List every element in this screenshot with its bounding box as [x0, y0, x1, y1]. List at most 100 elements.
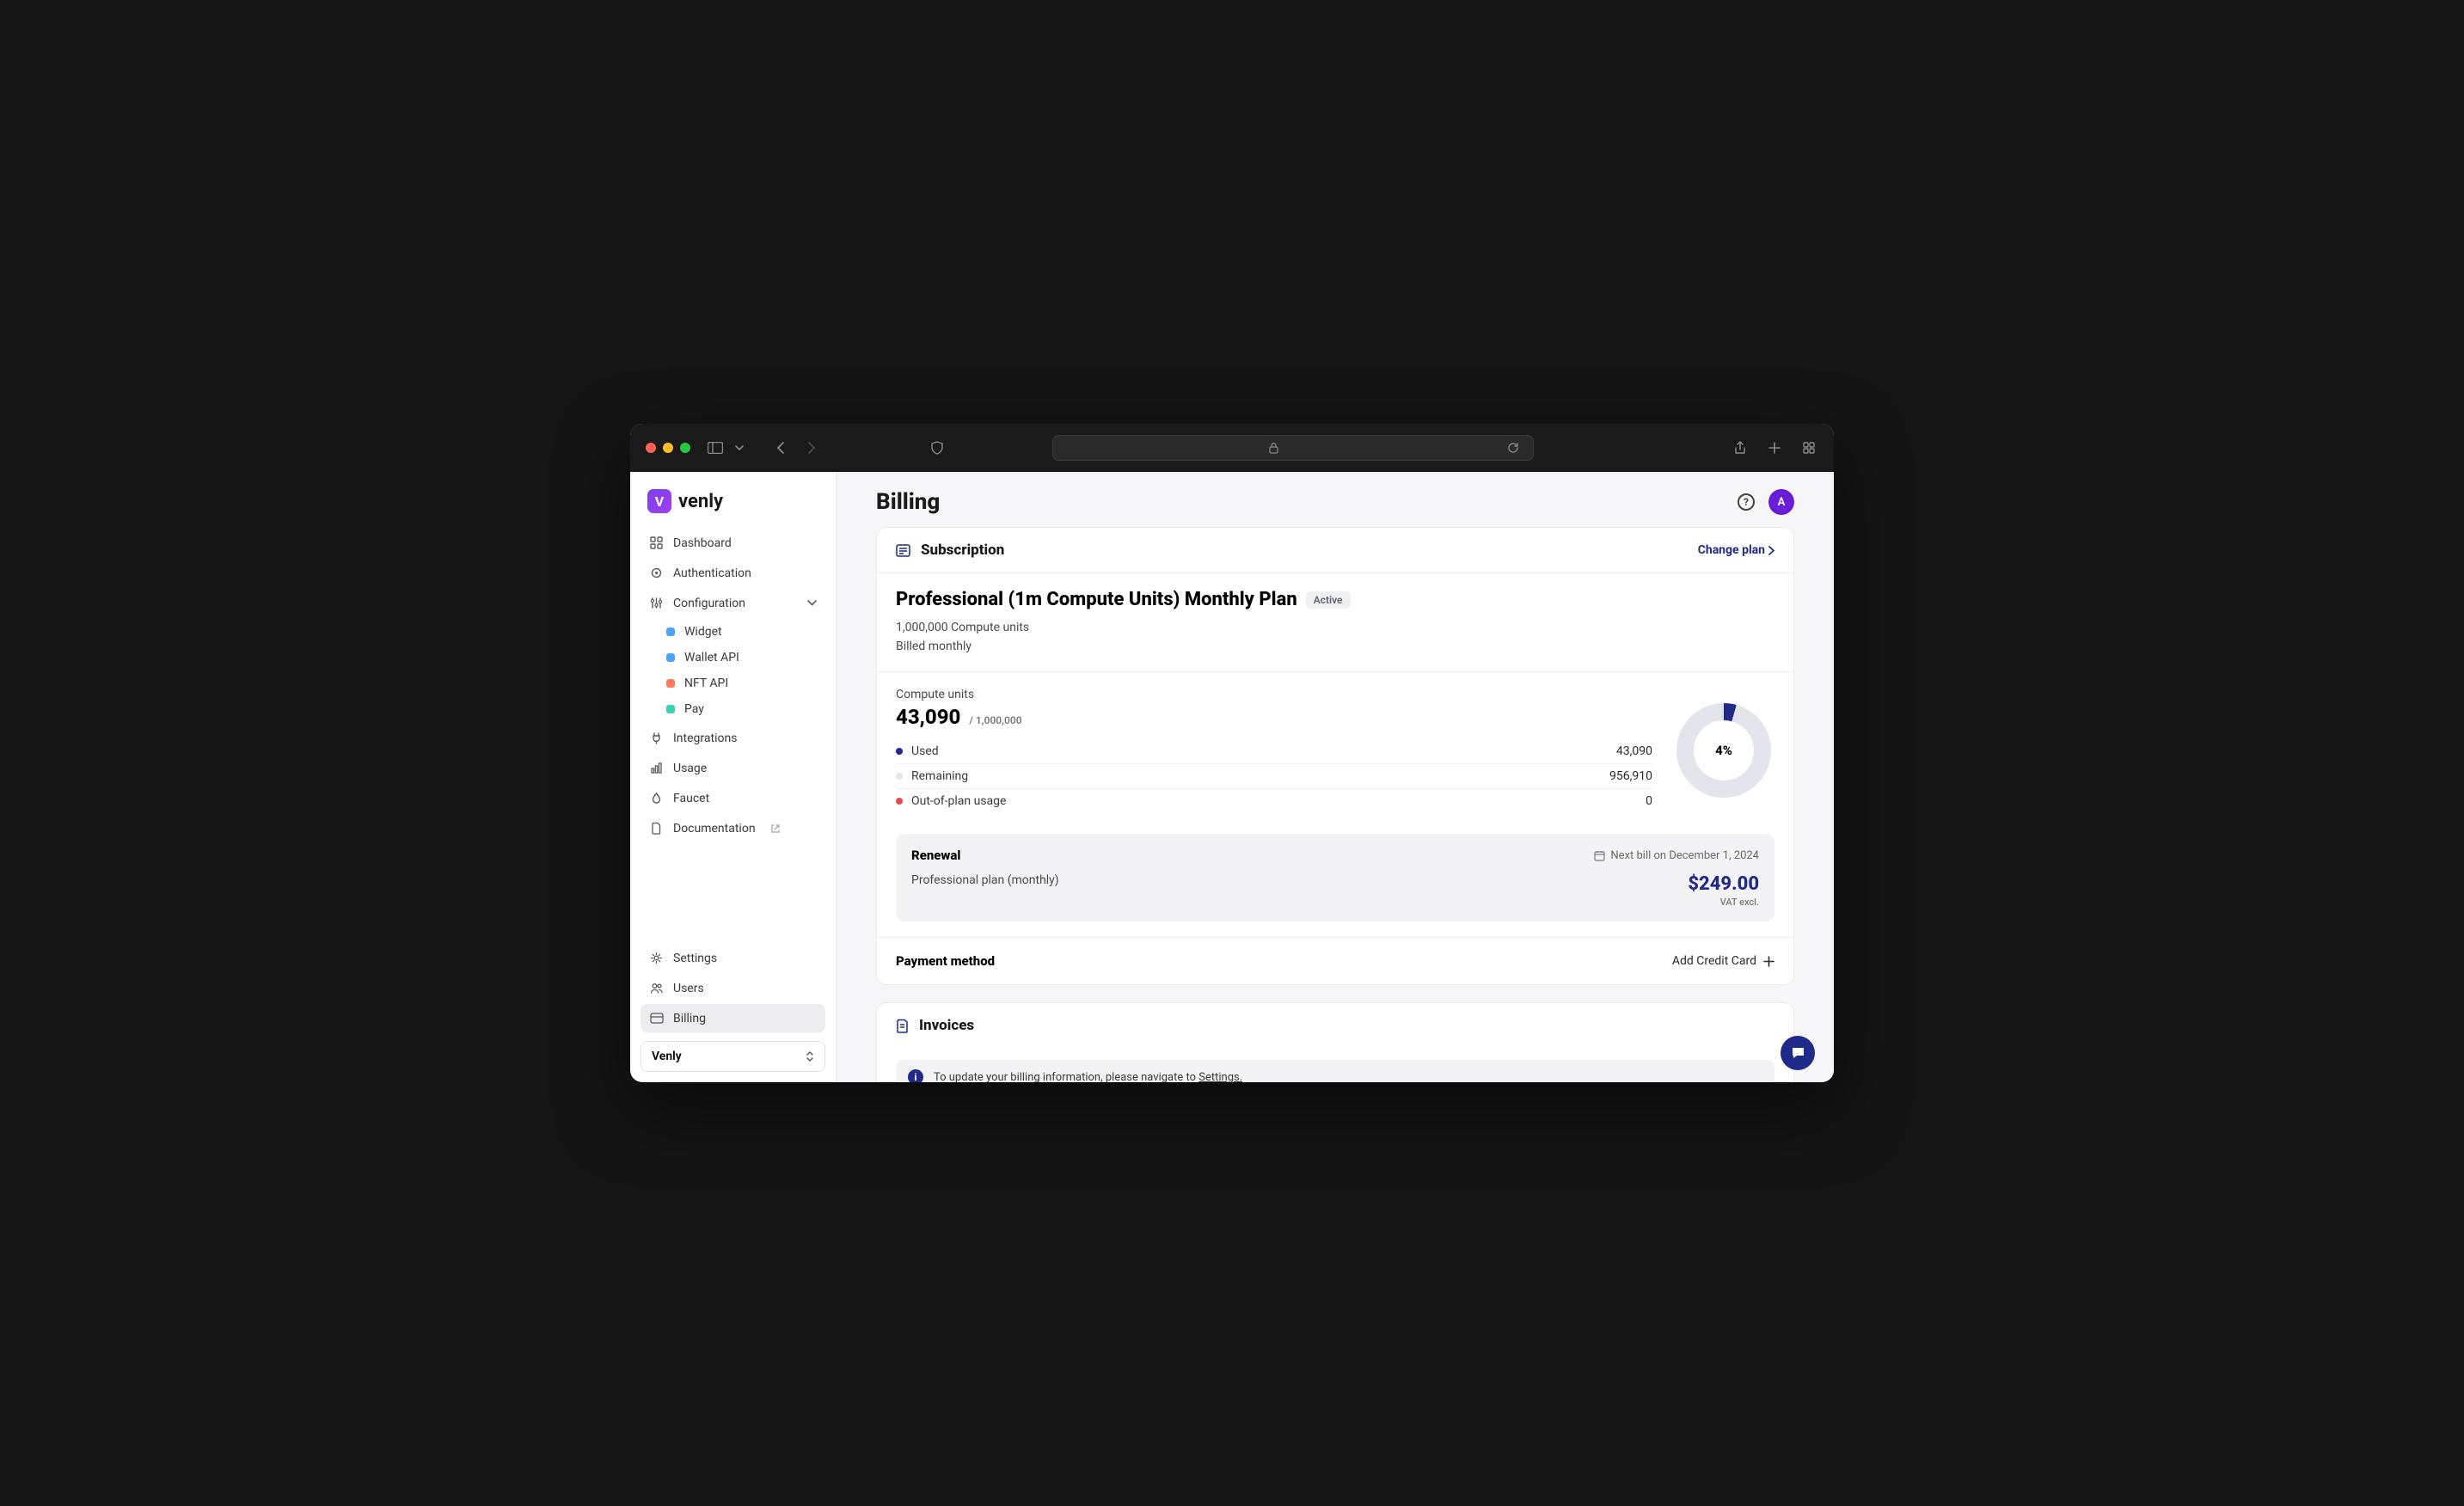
- chevron-down-icon[interactable]: [730, 438, 749, 457]
- usage-row-label: Out-of-plan usage: [911, 794, 1006, 808]
- nav-sub-widget[interactable]: Widget: [658, 619, 825, 645]
- add-credit-card-label: Add Credit Card: [1672, 954, 1756, 968]
- sidebar-bottom: Settings Users Billing Venly: [641, 944, 825, 1072]
- nav-label: Dashboard: [673, 536, 732, 550]
- brand[interactable]: V venly: [641, 486, 825, 529]
- change-plan-link[interactable]: Change plan: [1698, 543, 1774, 557]
- chat-fab[interactable]: [1781, 1036, 1815, 1070]
- product-dot-icon: [666, 653, 675, 662]
- invoices-title: Invoices: [919, 1017, 974, 1034]
- shield-icon[interactable]: [928, 438, 947, 457]
- info-icon: i: [908, 1069, 923, 1082]
- dashboard-icon: [649, 536, 664, 550]
- banner-text: To update your billing information, plea…: [934, 1071, 1242, 1082]
- nav-integrations[interactable]: Integrations: [641, 724, 825, 752]
- add-credit-card-button[interactable]: Add Credit Card: [1672, 954, 1774, 968]
- nav-label: Billing: [673, 1012, 706, 1025]
- usage-row-value: 0: [1646, 794, 1652, 808]
- banner-settings-link[interactable]: Settings.: [1198, 1071, 1242, 1082]
- close-window-button[interactable]: [646, 443, 656, 453]
- usage-quota-value: / 1,000,000: [969, 714, 1021, 726]
- page-header: Billing ? A: [876, 489, 1794, 515]
- org-name: Venly: [652, 1050, 682, 1063]
- usage-row-label: Used: [911, 744, 939, 758]
- nav-label: Faucet: [673, 792, 709, 805]
- droplet-icon: [649, 791, 664, 805]
- subscription-icon: [896, 544, 910, 557]
- usage-label: Compute units: [896, 688, 1652, 701]
- nav-sub-wallet-api[interactable]: Wallet API: [658, 645, 825, 670]
- nav-configuration[interactable]: Configuration: [641, 589, 825, 617]
- subscription-title: Subscription: [921, 542, 1004, 559]
- nav-label: Widget: [684, 625, 722, 639]
- renewal-amount-value: $249.00: [1688, 873, 1759, 895]
- primary-nav: Dashboard Authentication Configuration: [641, 529, 825, 842]
- banner-pre-text: To update your billing information, plea…: [934, 1071, 1198, 1082]
- window-controls: [646, 443, 690, 453]
- subscription-card: Subscription Change plan Professional (1…: [876, 527, 1794, 985]
- nav-label: Users: [673, 982, 704, 995]
- users-icon: [649, 981, 664, 995]
- nav-label: Configuration: [673, 597, 745, 610]
- nav-sub-nft-api[interactable]: NFT API: [658, 670, 825, 696]
- nav-usage[interactable]: Usage: [641, 754, 825, 782]
- nav-billing[interactable]: Billing: [641, 1004, 825, 1032]
- fullscreen-window-button[interactable]: [680, 443, 690, 453]
- nav-forward-button[interactable]: [802, 438, 821, 457]
- usage-row-remaining: Remaining 956,910: [896, 763, 1652, 788]
- nav-back-button[interactable]: [771, 438, 790, 457]
- nav-label: Integrations: [673, 732, 737, 745]
- renewal-date-text: Next bill on December 1, 2024: [1610, 849, 1759, 862]
- product-dot-icon: [666, 628, 675, 636]
- product-dot-icon: [666, 705, 675, 713]
- avatar[interactable]: A: [1768, 489, 1794, 515]
- nav-label: Pay: [684, 702, 704, 716]
- sidebar: V venly Dashboard Authentication: [630, 472, 837, 1082]
- nav-dashboard[interactable]: Dashboard: [641, 529, 825, 557]
- browser-window: V venly Dashboard Authentication: [630, 424, 1834, 1082]
- nav-label: Usage: [673, 762, 707, 775]
- renewal-plan: Professional plan (monthly): [911, 873, 1059, 887]
- brand-name: venly: [678, 491, 723, 512]
- invoice-icon: [896, 1019, 909, 1033]
- page-title: Billing: [876, 489, 940, 515]
- tabs-grid-icon[interactable]: [1799, 438, 1818, 457]
- chart-icon: [649, 761, 664, 775]
- dot-icon: [896, 748, 903, 755]
- renewal-panel: Renewal Next bill on December 1, 2024 Pr…: [896, 834, 1774, 921]
- plan-meta-units: 1,000,000 Compute units: [896, 619, 1774, 638]
- address-bar[interactable]: [1052, 435, 1534, 461]
- org-selector[interactable]: Venly: [641, 1041, 825, 1072]
- renewal-vat-note: VAT excl.: [1688, 897, 1759, 908]
- lock-icon: [1264, 438, 1283, 457]
- sidebar-icon[interactable]: [706, 438, 725, 457]
- usage-used-value: 43,090: [896, 705, 960, 729]
- billing-info-banner: i To update your billing information, pl…: [896, 1060, 1774, 1082]
- nav-authentication[interactable]: Authentication: [641, 559, 825, 587]
- nav-documentation[interactable]: Documentation: [641, 814, 825, 842]
- help-icon[interactable]: ?: [1738, 493, 1755, 511]
- share-icon[interactable]: [1731, 438, 1750, 457]
- usage-row-value: 956,910: [1609, 769, 1652, 783]
- document-icon: [649, 821, 664, 836]
- invoices-card: Invoices i To update your billing inform…: [876, 1002, 1794, 1082]
- dot-icon: [896, 773, 903, 780]
- change-plan-label: Change plan: [1698, 543, 1765, 557]
- usage-percent: 4%: [1694, 720, 1754, 781]
- plan-status-badge: Active: [1306, 591, 1351, 609]
- card-icon: [649, 1011, 664, 1025]
- minimize-window-button[interactable]: [663, 443, 673, 453]
- plan-name: Professional (1m Compute Units) Monthly …: [896, 589, 1297, 610]
- payment-method-row: Payment method Add Credit Card: [877, 938, 1793, 984]
- nav-settings[interactable]: Settings: [641, 944, 825, 972]
- new-tab-icon[interactable]: [1765, 438, 1784, 457]
- nav-users[interactable]: Users: [641, 974, 825, 1002]
- reload-icon[interactable]: [1504, 438, 1523, 457]
- nav-faucet[interactable]: Faucet: [641, 784, 825, 812]
- nav-label: Documentation: [673, 822, 756, 836]
- app-shell: V venly Dashboard Authentication: [630, 472, 1834, 1082]
- nav-label: Settings: [673, 952, 717, 965]
- sidebar-toggle-group: [706, 438, 749, 457]
- nav-sub-pay[interactable]: Pay: [658, 696, 825, 722]
- usage-row-value: 43,090: [1616, 744, 1652, 758]
